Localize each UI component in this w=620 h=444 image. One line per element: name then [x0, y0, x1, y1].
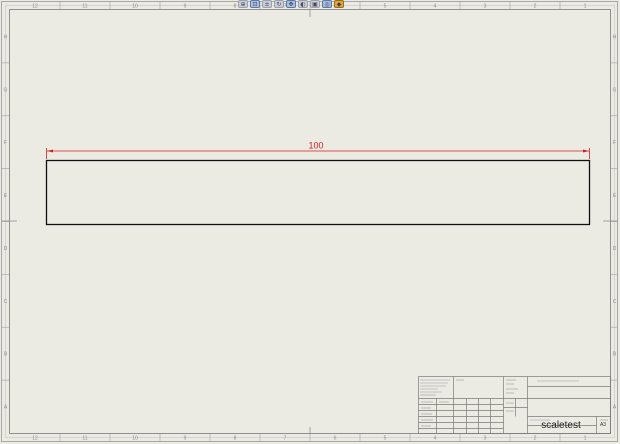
zone-number-bottom: 9: [184, 436, 187, 442]
zoom-in-out-icon: ±: [264, 1, 270, 8]
heads-up-view-toolbar: ⊕ ⊡ ± ↻ ✥ ◐ ▣ ◎ ◆: [238, 0, 344, 9]
zone-letter-right: F: [613, 140, 616, 146]
zone-number-bottom: 10: [132, 436, 138, 442]
arrowhead-right: [583, 149, 589, 153]
zone-letter-left: E: [4, 193, 8, 199]
arrowhead-left: [47, 149, 53, 153]
rotate-icon: ↻: [276, 1, 282, 8]
appearance-icon: ◆: [336, 1, 342, 8]
toolbar-button[interactable]: ±: [262, 0, 272, 8]
zone-number-top: 11: [82, 4, 87, 10]
zone-number-bottom: 1: [584, 436, 587, 442]
zone-number-bottom: 3: [484, 436, 487, 442]
zone-number-top: 9: [184, 4, 187, 10]
pan-icon: ✥: [288, 1, 294, 8]
zone-letter-left: D: [4, 246, 8, 252]
zone-letter-right: G: [613, 87, 617, 93]
zone-number-top: 12: [32, 4, 38, 10]
drawing-name[interactable]: scaletest: [541, 420, 581, 431]
toolbar-button[interactable]: ⊕: [238, 0, 248, 8]
zoom-area-icon: ⊡: [252, 1, 258, 8]
zone-number-top: 5: [384, 4, 387, 10]
zone-letter-left: B: [4, 352, 8, 358]
toolbar-button[interactable]: ▣: [310, 0, 320, 8]
zone-number-top: 4: [434, 4, 437, 10]
outer-border: [1, 1, 618, 442]
toolbar-button[interactable]: ◐: [298, 0, 308, 8]
zone-number-bottom: 7: [284, 436, 287, 442]
zone-border: [5, 5, 615, 438]
zone-ruler-labels: 121211111010998877665544332211HHGGFFEEDD…: [4, 4, 617, 442]
zone-number-top: 3: [484, 4, 487, 10]
toolbar-button[interactable]: ⊡: [250, 0, 260, 8]
zone-letter-right: D: [613, 246, 617, 252]
zone-number-bottom: 4: [434, 436, 437, 442]
zone-number-bottom: 5: [384, 436, 387, 442]
zone-ruler: [2, 2, 618, 441]
toolbar-button[interactable]: ↻: [274, 0, 284, 8]
display-style-icon: ▣: [312, 1, 318, 8]
toolbar-button[interactable]: ◆: [334, 0, 344, 8]
zone-letter-left: C: [4, 299, 8, 305]
toolbar-button[interactable]: ◎: [322, 0, 332, 8]
inner-border: [9, 9, 611, 434]
title-block[interactable]: [418, 376, 611, 434]
zone-letter-right: B: [613, 352, 617, 358]
zone-letter-left: H: [4, 34, 8, 40]
part-view-rectangle[interactable]: [45, 159, 591, 226]
zone-letter-right: A: [613, 405, 617, 411]
sheet-size: A3: [600, 422, 606, 428]
view-settings-icon: ◐: [300, 1, 306, 8]
zone-letter-left: F: [4, 140, 7, 146]
zoom-to-fit-icon: ⊕: [240, 1, 246, 8]
zone-letter-right: H: [613, 34, 617, 40]
linear-dimension[interactable]: 100: [46, 141, 590, 160]
drawing-canvas[interactable]: 121211111010998877665544332211HHGGFFEEDD…: [0, 0, 620, 444]
zone-number-top: 10: [132, 4, 138, 10]
zone-number-bottom: 8: [234, 436, 237, 442]
zone-number-bottom: 2: [534, 436, 537, 442]
zone-number-top: 1: [584, 4, 587, 10]
zone-letter-left: G: [4, 87, 8, 93]
dimension-value[interactable]: 100: [308, 141, 323, 151]
zone-number-top: 2: [534, 4, 537, 10]
zone-number-top: 8: [234, 4, 237, 10]
zone-letter-left: A: [4, 405, 8, 411]
zone-number-bottom: 11: [82, 436, 87, 442]
zone-letter-right: C: [613, 299, 617, 305]
zone-number-bottom: 6: [334, 436, 337, 442]
hide-show-icon: ◎: [324, 1, 330, 8]
zone-letter-right: E: [613, 193, 617, 199]
zone-number-bottom: 12: [32, 436, 38, 442]
toolbar-button[interactable]: ✥: [286, 0, 296, 8]
